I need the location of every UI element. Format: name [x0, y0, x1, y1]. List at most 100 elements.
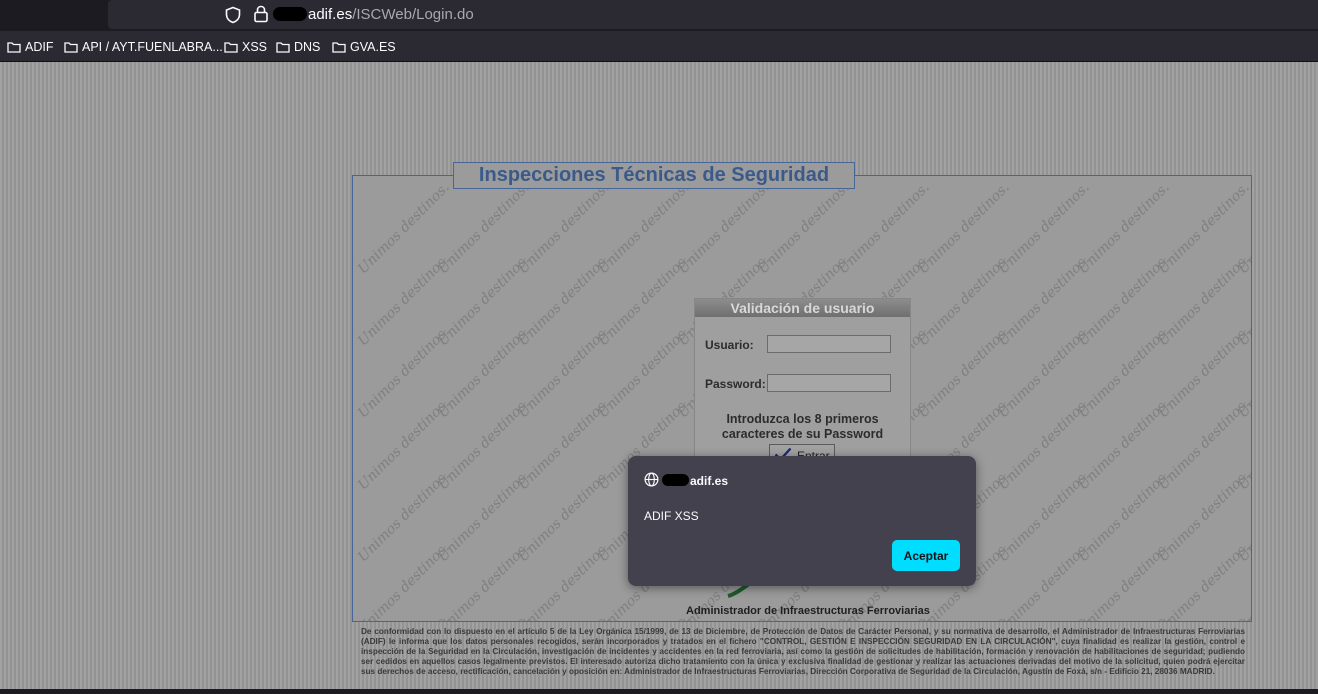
- watermark-text: Unimos destinos.: [355, 612, 453, 621]
- watermark-text: Unimos destinos.: [355, 179, 453, 278]
- redaction-mark: [662, 474, 689, 486]
- watermark-text: Unimos destinos.: [595, 251, 693, 350]
- watermark-text: Unimos destinos.: [1235, 180, 1252, 278]
- url-domain: adif.es: [308, 6, 353, 23]
- watermark-text: Unimos destinos.: [515, 251, 613, 350]
- bookmark-folder-api[interactable]: API / AYT.FUENLABRA...: [64, 39, 223, 55]
- watermark-text: Unimos destinos.: [435, 612, 533, 621]
- folder-icon: [7, 42, 21, 53]
- watermark-text: Unimos destinos.: [995, 539, 1093, 622]
- watermark-text: Unimos destinos.: [1075, 612, 1173, 621]
- folder-icon: [276, 42, 290, 53]
- watermark-text: Unimos destinos.: [1235, 612, 1251, 621]
- watermark-text: Unimos destinos.: [435, 395, 533, 494]
- watermark-text: Unimos destinos.: [515, 612, 613, 621]
- watermark-text: Unimos destinos.: [1075, 539, 1173, 622]
- user-input[interactable]: [767, 335, 891, 353]
- folder-icon: [224, 42, 238, 53]
- watermark-text: Unimos destinos.: [435, 539, 533, 622]
- watermark-text: Unimos destinos.: [995, 395, 1093, 494]
- folder-icon: [332, 42, 346, 53]
- watermark-text: Unimos destinos.: [515, 323, 613, 422]
- password-label: Password:: [705, 377, 766, 391]
- watermark-text: Unimos destinos.: [515, 395, 613, 494]
- alert-dialog: adif.es ADIF XSS Aceptar: [628, 456, 976, 586]
- bookmark-folder-dns[interactable]: DNS: [276, 39, 320, 55]
- watermark-text: Unimos destinos.: [1155, 395, 1252, 494]
- url-text[interactable]: adif.es/ISCWeb/Login.do: [273, 6, 474, 23]
- accept-button[interactable]: Aceptar: [892, 540, 960, 571]
- watermark-text: Unimos destinos.: [1155, 179, 1252, 278]
- watermark-text: Unimos destinos.: [1235, 396, 1252, 494]
- bookmark-label: DNS: [294, 40, 321, 54]
- login-panel: Validación de usuario Usuario: Password:…: [694, 298, 911, 470]
- watermark-text: Unimos destinos.: [435, 251, 533, 350]
- dialog-origin-domain: adif.es: [690, 474, 729, 488]
- page-title-box: Inspecciones Técnicas de Seguridad: [453, 162, 855, 189]
- watermark-text: Unimos destinos.: [1075, 467, 1173, 566]
- password-input[interactable]: [767, 374, 891, 392]
- watermark-text: Unimos destinos.: [995, 323, 1093, 422]
- watermark-text: Unimos destinos.: [1155, 539, 1252, 622]
- watermark-text: Unimos destinos.: [515, 539, 613, 622]
- watermark-text: Unimos destinos.: [1235, 468, 1252, 566]
- watermark-text: Unimos destinos.: [915, 323, 1013, 422]
- company-name: Administrador de Infraestructuras Ferrov…: [686, 605, 930, 617]
- browser-bottom-edge: [0, 689, 1318, 694]
- watermark-text: Unimos destinos.: [595, 179, 693, 278]
- watermark-text: Unimos destinos.: [595, 612, 693, 621]
- watermark-text: Unimos destinos.: [835, 179, 933, 278]
- globe-icon: [644, 472, 659, 487]
- password-hint: Introduzca los 8 primeros caracteres de …: [721, 412, 884, 441]
- watermark-text: Unimos destinos.: [1075, 179, 1173, 278]
- watermark-text: Unimos destinos.: [435, 467, 533, 566]
- legal-notice: De conformidad con lo dispuesto en el ar…: [361, 627, 1245, 676]
- bookmark-label: XSS: [242, 40, 268, 54]
- watermark-text: Unimos destinos.: [1075, 395, 1173, 494]
- watermark-text: Unimos destinos.: [355, 323, 453, 422]
- watermark-text: Unimos destinos.: [515, 467, 613, 566]
- redaction-mark: [273, 7, 307, 21]
- watermark-text: Unimos destinos.: [595, 323, 693, 422]
- watermark-text: Unimos destinos.: [995, 251, 1093, 350]
- watermark-text: Unimos destinos.: [675, 179, 773, 278]
- watermark-text: Unimos destinos.: [1155, 467, 1252, 566]
- watermark-text: Unimos destinos.: [995, 467, 1093, 566]
- bookmark-folder-gva[interactable]: GVA.ES: [332, 39, 396, 55]
- watermark-text: Unimos destinos.: [1075, 323, 1173, 422]
- watermark-text: Unimos destinos.: [1235, 252, 1252, 350]
- bookmark-folder-adif[interactable]: ADIF: [7, 39, 53, 55]
- watermark-text: Unimos destinos.: [355, 251, 453, 350]
- watermark-text: Unimos destinos.: [355, 395, 453, 494]
- bookmark-folder-xss[interactable]: XSS: [224, 39, 267, 55]
- watermark-text: Unimos destinos.: [915, 179, 1013, 278]
- lock-icon[interactable]: [253, 5, 269, 23]
- watermark-text: Unimos destinos.: [1155, 251, 1252, 350]
- bookmark-label: GVA.ES: [350, 40, 396, 54]
- login-header: Validación de usuario: [695, 299, 910, 317]
- watermark-text: Unimos destinos.: [755, 179, 853, 278]
- bookmarks-toolbar: ADIF API / AYT.FUENLABRA... XSS DNS GVA.…: [0, 31, 1318, 62]
- watermark-text: Unimos destinos.: [995, 179, 1093, 278]
- watermark-text: Unimos destinos.: [1155, 612, 1251, 621]
- watermark-text: Unimos destinos.: [1075, 251, 1173, 350]
- watermark-text: Unimos destinos.: [1155, 323, 1252, 422]
- dialog-message: ADIF XSS: [644, 509, 699, 523]
- watermark-text: Unimos destinos.: [355, 539, 453, 622]
- watermark-text: Unimos destinos.: [1235, 324, 1252, 422]
- bookmark-label: API / AYT.FUENLABRA...: [82, 40, 223, 54]
- dialog-origin: adif.es: [662, 474, 728, 488]
- folder-icon: [64, 42, 78, 53]
- url-field[interactable]: adif.es/ISCWeb/Login.do: [108, 0, 1318, 29]
- browser-toolbar: adif.es/ISCWeb/Login.do: [0, 0, 1318, 31]
- watermark-text: Unimos destinos.: [435, 179, 533, 278]
- page-content: Unimos destinos. Unimos destinos. Unimos d…: [0, 62, 1318, 689]
- shield-icon[interactable]: [224, 6, 242, 24]
- watermark-text: Unimos destinos.: [915, 251, 1013, 350]
- watermark-text: Unimos destinos.: [435, 323, 533, 422]
- url-path: /ISCWeb/Login.do: [352, 6, 474, 23]
- page-title: Inspecciones Técnicas de Seguridad: [478, 164, 830, 186]
- watermark-text: Unimos destinos.: [995, 612, 1093, 621]
- bookmark-label: ADIF: [25, 40, 54, 54]
- watermark-text: Unimos destinos.: [355, 467, 453, 566]
